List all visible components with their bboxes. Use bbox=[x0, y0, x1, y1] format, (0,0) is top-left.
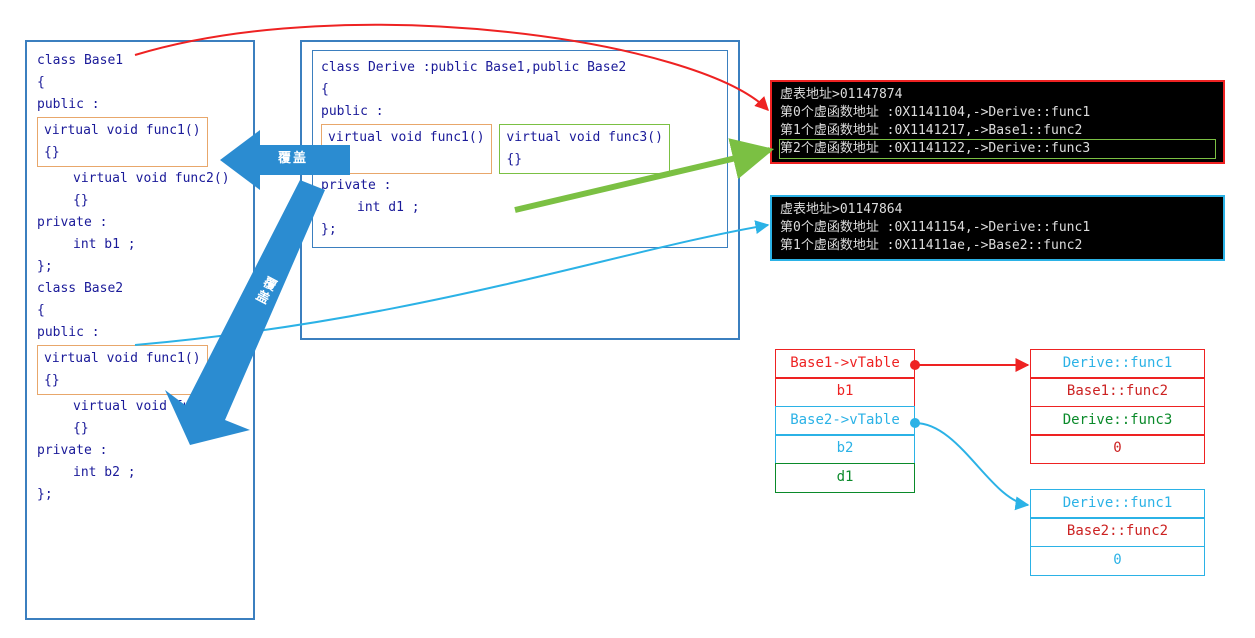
vtable1: Derive::func1 Base1::func2 Derive::func3… bbox=[1030, 350, 1205, 464]
vtable1-console: 虚表地址>01147874 第0个虚函数地址 :0X1141104,->Deri… bbox=[770, 80, 1225, 164]
override-label-1: 覆盖 bbox=[278, 147, 308, 166]
vtable-ptr-base1: Base1->vTable bbox=[775, 349, 915, 379]
derive-class-code: class Derive :public Base1,public Base2 … bbox=[300, 40, 740, 340]
code-line: class Base1 bbox=[37, 50, 243, 72]
vtable2: Derive::func1 Base2::func2 0 bbox=[1030, 490, 1205, 576]
base2-func1: virtual void func1() {} bbox=[37, 345, 208, 395]
object-layout: Base1->vTable b1 Base2->vTable b2 d1 bbox=[775, 350, 915, 493]
derive-func1: virtual void func1() {} bbox=[321, 124, 492, 174]
vtable2-console: 虚表地址>01147864 第0个虚函数地址 :0X1141154,->Deri… bbox=[770, 195, 1225, 261]
derive-func3: virtual void func3() {} bbox=[499, 124, 670, 174]
console-func3-line: 第2个虚函数地址 :0X1141122,->Derive::func3 bbox=[780, 140, 1215, 158]
base1-func1: virtual void func1() {} bbox=[37, 117, 208, 167]
base-classes-code: class Base1 { public : virtual void func… bbox=[25, 40, 255, 620]
vtable-ptr-base2: Base2->vTable bbox=[775, 406, 915, 436]
